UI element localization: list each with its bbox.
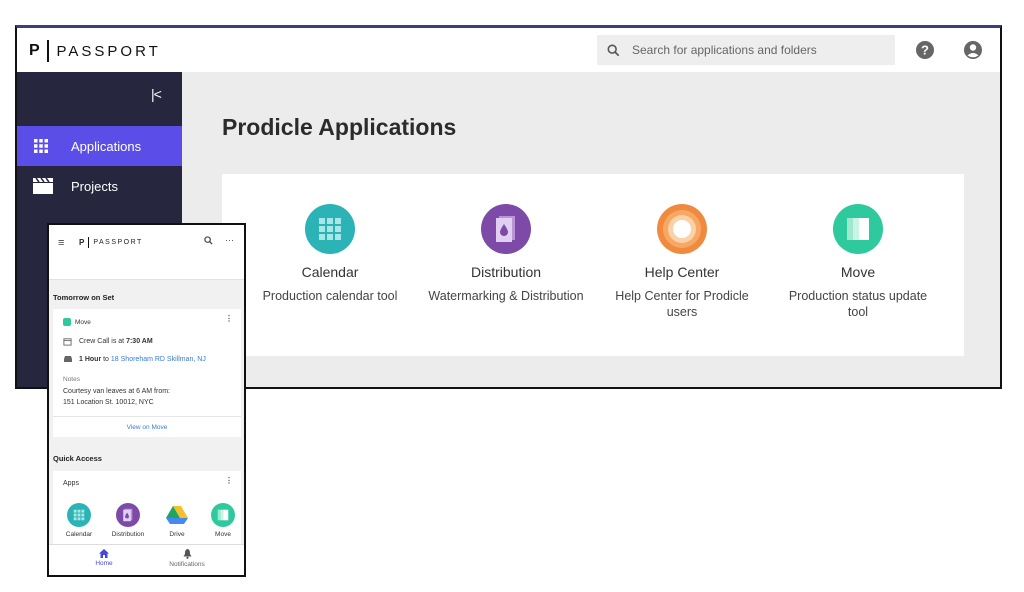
app-description: Watermarking & Distribution [428,289,584,303]
apps-grid-icon [34,139,48,153]
crew-call-row: Crew Call is at 7:30 AM [63,337,153,346]
travel-duration: 1 Hour [79,355,102,363]
quick-app-label: Calendar [65,531,93,538]
calendar-icon [305,204,355,254]
quick-access-more-icon[interactable]: ⋮ [225,476,233,485]
app-description: Production status update tool [788,289,928,319]
move-icon [833,204,883,254]
notes-label: Notes [63,376,80,383]
search-bar[interactable] [597,35,895,65]
search-icon[interactable] [204,236,213,245]
clapperboard-icon [33,178,53,194]
card-app-label: Move [75,318,91,326]
app-tile-calendar[interactable]: Calendar Production calendar tool [250,204,410,304]
quick-app-move[interactable]: Move [203,503,243,538]
main-content: Prodicle Applications Calendar Productio… [182,72,1000,387]
app-tile-distribution[interactable]: Distribution Watermarking & Distribution [426,204,586,304]
section-heading-quick-access: Quick Access [53,454,102,463]
passport-logo[interactable]: P PASSPORT [29,40,161,62]
mobile-top-bar: ≡ P PASSPORT ··· [49,225,244,261]
app-tile-help-center[interactable]: Help Center Help Center for Prodicle use… [602,204,762,320]
app-description: Help Center for Prodicle users [615,289,749,319]
sidebar-item-label: Applications [71,138,142,154]
quick-app-calendar[interactable]: Calendar [59,503,99,538]
logo-word: PASSPORT [93,239,143,246]
app-name: Distribution [470,264,542,280]
distribution-icon [481,204,531,254]
quick-app-label: Distribution [111,531,145,538]
move-icon [63,318,71,326]
app-name: Calendar [301,264,359,280]
sidebar-item-projects[interactable]: Projects [17,166,182,206]
address-link[interactable]: 18 Shoreham RD Skillman, NJ [111,356,206,363]
search-icon [607,44,620,56]
tab-notifications[interactable]: Notifications [157,549,217,568]
menu-icon[interactable]: ≡ [58,237,64,249]
distribution-icon [116,503,140,527]
crew-call-prefix: Crew Call is at [79,338,125,345]
tomorrow-card: Move ⋮ Crew Call is at 7:30 AM 1 Hour to… [53,309,241,437]
calendar-icon [67,503,91,527]
notes-line-2: 151 Location St. 10012, NYC [63,399,154,406]
logo-word: PASSPORT [56,42,161,60]
apps-label: Apps [63,480,79,487]
card-app-row: Move [63,318,91,326]
move-icon [211,503,235,527]
tab-home[interactable]: Home [74,549,134,567]
account-icon[interactable] [963,40,983,60]
quick-access-card: Apps ⋮ Calendar Distribution Drive Move [53,471,241,545]
app-description: Production calendar tool [262,289,398,303]
quick-app-label: Move [215,531,231,538]
applications-card: Calendar Production calendar tool Distri… [222,174,964,356]
page-title: Prodicle Applications [222,114,457,140]
quick-app-distribution[interactable]: Distribution [108,503,148,538]
svg-text:?: ? [921,43,929,58]
app-name: Move [840,264,876,280]
calendar-small-icon [63,338,72,346]
quick-app-drive[interactable]: Drive [157,503,197,538]
help-icon[interactable]: ? [915,40,935,60]
tab-label: Notifications [169,561,205,568]
logo-letter: P [79,238,85,247]
sidebar-item-applications[interactable]: Applications [17,126,182,166]
top-bar: P PASSPORT ? [17,28,1000,72]
help-center-icon [657,204,707,254]
notes-line-1: Courtesy van leaves at 6 AM from: [63,388,170,395]
logo-divider [47,40,49,62]
app-name: Help Center [644,264,720,280]
mobile-header-spacer [49,261,244,280]
view-on-move-link[interactable]: View on Move [53,424,241,431]
mobile-view: ≡ P PASSPORT ··· Tomorrow on Set Move ⋮ … [47,223,246,577]
travel-row: 1 Hour to 18 Shoreham RD Skillman, NJ [63,355,206,363]
logo-divider [88,237,90,248]
search-input[interactable] [630,42,874,58]
card-more-icon[interactable]: ⋮ [225,314,233,323]
app-tile-move[interactable]: Move Production status update tool [778,204,938,320]
bottom-navigation: Home Notifications [49,544,244,575]
collapse-sidebar-icon[interactable]: |< [151,86,162,102]
section-heading-tomorrow: Tomorrow on Set [53,293,115,302]
car-icon [64,356,72,362]
quick-app-label: Drive [169,531,185,538]
crew-call-time: 7:30 AM [126,338,153,345]
tab-label: Home [95,560,113,567]
passport-logo[interactable]: P PASSPORT [79,237,143,248]
drive-icon [165,503,189,527]
travel-to: to [101,355,111,363]
sidebar-item-label: Projects [71,178,118,194]
bell-icon [183,549,191,559]
home-icon [99,549,109,558]
more-icon[interactable]: ··· [225,235,234,245]
logo-letter: P [29,42,40,59]
